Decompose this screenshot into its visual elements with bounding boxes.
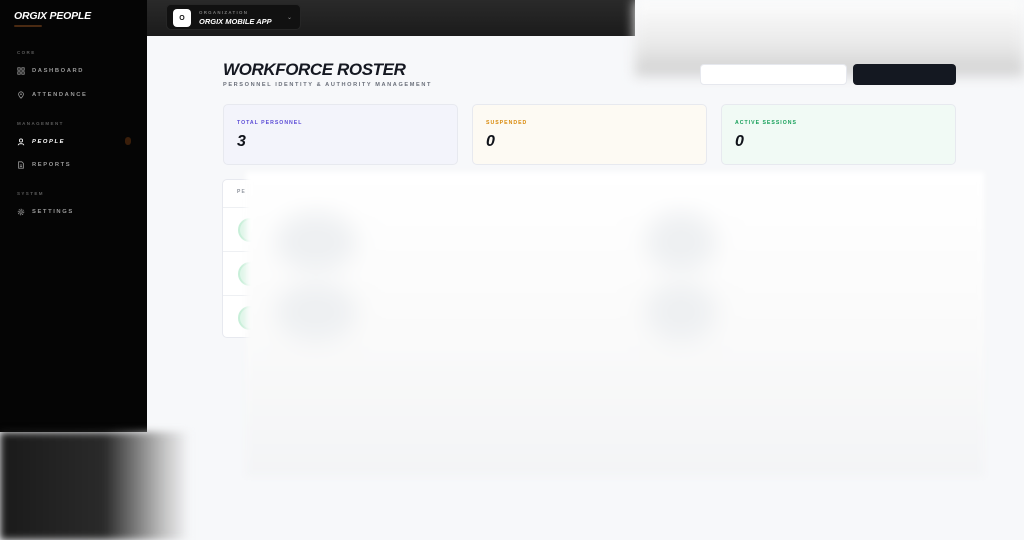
brand-underline xyxy=(14,25,42,27)
user-icon xyxy=(17,138,25,146)
org-name: ORGIX MOBILE APP xyxy=(199,17,272,26)
sidebar-item-reports[interactable]: REPORTS xyxy=(17,161,71,169)
stat-card-total-personnel: TOTAL PERSONNEL 3 xyxy=(223,104,458,165)
sidebar-item-dashboard[interactable]: DASHBOARD xyxy=(17,67,84,75)
stat-value: 0 xyxy=(735,133,744,150)
add-personnel-button[interactable] xyxy=(853,64,956,85)
sidebar-item-label: SETTINGS xyxy=(32,209,74,215)
table-header-personnel: PE xyxy=(237,189,247,195)
page-subtitle: PERSONNEL IDENTITY & AUTHORITY MANAGEMEN… xyxy=(223,82,432,88)
brand-logo[interactable]: ORGIX PEOPLE xyxy=(14,10,91,22)
stat-label: SUSPENDED xyxy=(486,120,528,126)
nav-section-core: CORE xyxy=(17,50,36,55)
stat-label: TOTAL PERSONNEL xyxy=(237,120,303,126)
blur-spot xyxy=(646,282,716,342)
people-badge xyxy=(125,137,131,145)
nav-section-system: SYSTEM xyxy=(17,191,44,196)
org-label: ORGANIZATION xyxy=(199,10,249,15)
sidebar-item-settings[interactable]: SETTINGS xyxy=(17,208,74,216)
top-bar: O ORGANIZATION ORGIX MOBILE APP ⌄ xyxy=(147,0,635,36)
stat-label: ACTIVE SESSIONS xyxy=(735,120,797,126)
stat-value: 3 xyxy=(237,133,246,150)
sidebar-item-people[interactable]: PEOPLE xyxy=(17,138,65,146)
page-title: WORKFORCE ROSTER xyxy=(223,60,406,79)
sidebar-item-label: PEOPLE xyxy=(32,139,66,145)
org-avatar: O xyxy=(173,9,191,27)
stat-card-active-sessions: ACTIVE SESSIONS 0 xyxy=(721,104,956,165)
sidebar-item-label: DASHBOARD xyxy=(32,68,85,74)
file-icon xyxy=(18,161,24,169)
nav-section-management: MANAGEMENT xyxy=(17,121,64,126)
grid-icon xyxy=(17,67,25,75)
obscured-region-center xyxy=(246,172,984,476)
map-pin-icon xyxy=(18,91,24,99)
organization-switcher[interactable]: O ORGANIZATION ORGIX MOBILE APP ⌄ xyxy=(166,4,301,30)
sidebar: ORGIX PEOPLE CORE DASHBOARD ATTENDANCE M… xyxy=(0,0,147,432)
obscured-region-bottom-left xyxy=(0,432,190,540)
sidebar-item-label: REPORTS xyxy=(32,162,72,168)
gear-icon xyxy=(17,208,25,216)
stat-value: 0 xyxy=(486,133,495,150)
sidebar-item-attendance[interactable]: ATTENDANCE xyxy=(17,91,88,99)
blur-spot xyxy=(646,212,716,272)
sidebar-item-label: ATTENDANCE xyxy=(32,92,88,98)
search-input[interactable] xyxy=(700,64,847,85)
chevron-down-icon: ⌄ xyxy=(286,15,292,21)
blur-spot xyxy=(276,282,356,342)
blur-spot xyxy=(276,212,356,272)
stat-card-suspended: SUSPENDED 0 xyxy=(472,104,707,165)
